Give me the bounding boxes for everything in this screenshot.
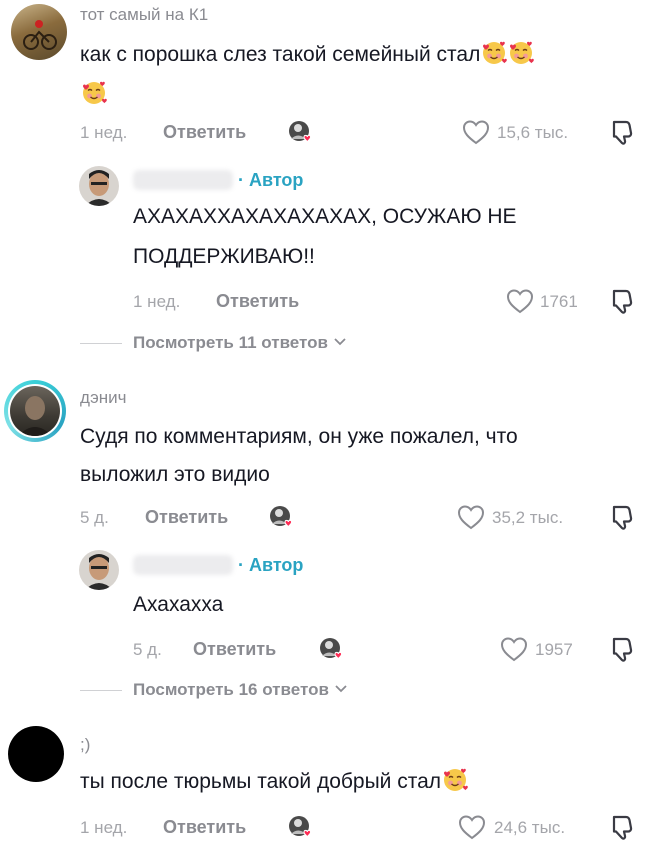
avatar[interactable] bbox=[11, 4, 67, 60]
dislike-icon[interactable] bbox=[609, 287, 635, 315]
reply-text-line: ПОДДЕРЖИВАЮ!! bbox=[133, 245, 315, 268]
dislike-icon[interactable] bbox=[609, 635, 635, 663]
creator-like-badge-icon bbox=[287, 813, 315, 841]
like-count: 35,2 тыс. bbox=[492, 508, 564, 527]
avatar[interactable] bbox=[8, 726, 64, 782]
blurred-username bbox=[133, 170, 233, 190]
comment-time: 5 д. bbox=[80, 508, 109, 527]
comment-username[interactable]: дэнич bbox=[80, 388, 127, 408]
comment-text-line: Судя по комментариям, он уже пожалел, чт… bbox=[80, 425, 518, 448]
dislike-icon[interactable] bbox=[609, 813, 635, 841]
author-tag: · Автор bbox=[238, 170, 304, 190]
reply-time: 5 д. bbox=[133, 640, 162, 659]
like-count: 1957 bbox=[535, 640, 573, 659]
reply-time: 1 нед. bbox=[133, 292, 181, 311]
avatar[interactable] bbox=[79, 550, 119, 590]
comment-text-line: выложил это видио bbox=[80, 463, 270, 486]
like-count: 1761 bbox=[540, 292, 578, 311]
reply-button[interactable]: Ответить bbox=[216, 291, 299, 312]
avatar[interactable] bbox=[79, 166, 119, 206]
divider bbox=[80, 343, 122, 344]
chevron-down-icon bbox=[335, 685, 347, 693]
comment-time: 1 нед. bbox=[80, 123, 128, 142]
reply-button[interactable]: Ответить bbox=[163, 122, 246, 143]
smiling-face-with-hearts-emoji bbox=[442, 767, 468, 793]
reply-button[interactable]: Ответить bbox=[163, 817, 246, 838]
comment-username[interactable]: тот самый на К1 bbox=[80, 5, 208, 25]
heart-outline-icon[interactable] bbox=[500, 636, 528, 662]
creator-like-badge-icon bbox=[268, 503, 296, 531]
dislike-icon[interactable] bbox=[609, 118, 635, 146]
comment-text: как с порошка слез такой семейный стал bbox=[80, 38, 640, 72]
moto-avatar-icon bbox=[23, 20, 57, 50]
like-count: 15,6 тыс. bbox=[497, 123, 569, 142]
heart-outline-icon[interactable] bbox=[506, 288, 534, 314]
avatar[interactable] bbox=[4, 380, 66, 442]
author-tag: · Автор bbox=[238, 555, 304, 575]
heart-outline-icon[interactable] bbox=[462, 119, 490, 145]
view-replies-button[interactable]: Посмотреть 11 ответов bbox=[133, 333, 347, 353]
dislike-icon[interactable] bbox=[609, 503, 635, 531]
reply-button[interactable]: Ответить bbox=[193, 639, 276, 660]
comment-time: 1 нед. bbox=[80, 818, 128, 837]
smiling-face-with-hearts-emoji bbox=[81, 80, 107, 106]
reply-button[interactable]: Ответить bbox=[145, 507, 228, 528]
creator-like-badge-icon bbox=[318, 635, 346, 663]
heart-outline-icon[interactable] bbox=[458, 814, 486, 840]
reply-text-line: АХАХАХХАХАХАХАХАХ, ОСУЖАЮ НЕ bbox=[133, 205, 517, 228]
author-avatar-icon bbox=[85, 170, 113, 206]
smiling-face-with-hearts-emoji bbox=[508, 40, 534, 66]
reply-text: Ахахахха bbox=[133, 593, 224, 616]
divider bbox=[80, 690, 122, 691]
view-replies-button[interactable]: Посмотреть 16 ответов bbox=[133, 680, 348, 700]
author-avatar-icon bbox=[85, 554, 113, 590]
smiling-face-with-hearts-emoji bbox=[481, 40, 507, 66]
heart-outline-icon[interactable] bbox=[457, 504, 485, 530]
chevron-down-icon bbox=[334, 338, 346, 346]
comment-text: ты после тюрьмы такой добрый стал bbox=[80, 765, 468, 799]
comment-username[interactable]: ;) bbox=[80, 735, 90, 755]
avatar-photo bbox=[8, 384, 62, 438]
blurred-username bbox=[133, 555, 233, 575]
like-count: 24,6 тыс. bbox=[494, 818, 566, 837]
creator-like-badge-icon bbox=[287, 118, 315, 146]
